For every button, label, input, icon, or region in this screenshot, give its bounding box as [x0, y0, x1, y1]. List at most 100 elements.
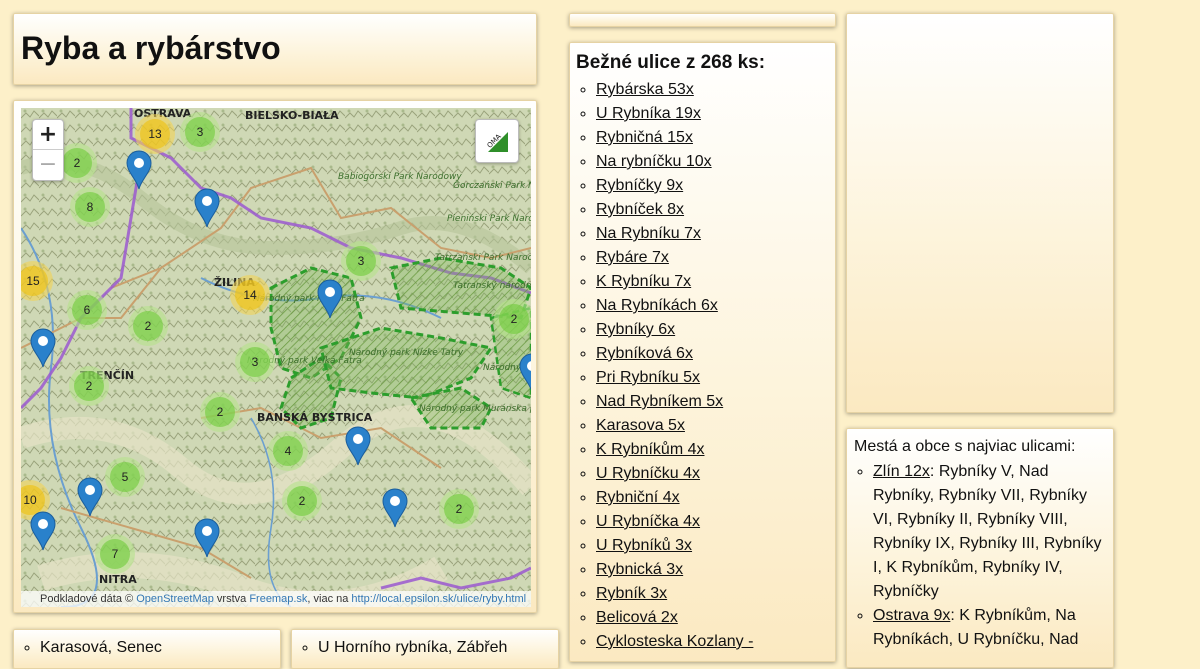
- street-link[interactable]: Rybníčky 9x: [596, 177, 683, 194]
- street-link[interactable]: U Rybníčka 4x: [596, 513, 700, 530]
- street-item: Cyklosteska Kozlany -: [596, 630, 830, 654]
- common-streets-card: Bežné ulice z 268 ks: Rybárska 53x U Rybn…: [569, 42, 836, 662]
- top-strip-card: [569, 13, 836, 27]
- street-link[interactable]: Na Rybníku 7x: [596, 225, 701, 242]
- street-item: K Rybníku 7x: [596, 270, 830, 294]
- map-marker-icon[interactable]: [30, 328, 56, 368]
- street-item: U Rybníčku 4x: [596, 462, 830, 486]
- attribution-prefix: Podkladové dáta ©: [40, 593, 134, 605]
- label-bielsko: BIELSKO-BIAŁA: [245, 109, 339, 122]
- street-link[interactable]: Rybníky 6x: [596, 321, 675, 338]
- street-item: Rybárska 53x: [596, 78, 830, 102]
- marker-cluster[interactable]: 2: [200, 392, 240, 432]
- zoom-out-button[interactable]: −: [33, 150, 63, 180]
- label-gorczanski: Gorczański Park Narodowy: [453, 181, 531, 191]
- marker-cluster[interactable]: 14: [230, 275, 270, 315]
- street-link[interactable]: Pri Rybníku 5x: [596, 369, 700, 386]
- bottom-left-list: Karasová, Senec: [14, 638, 162, 658]
- street-item: Belicová 2x: [596, 606, 830, 630]
- cluster-count: 3: [240, 347, 270, 377]
- marker-cluster[interactable]: 3: [235, 342, 275, 382]
- town-link[interactable]: Ostrava 9x: [873, 607, 950, 624]
- cluster-count: 3: [185, 117, 215, 147]
- towns-card: Mestá a obce s najviac ulicami: Zlín 12x…: [846, 428, 1114, 668]
- marker-cluster[interactable]: 13: [135, 114, 175, 154]
- street-link[interactable]: Rybnická 3x: [596, 561, 683, 578]
- list-item: U Horního rybníka, Zábřeh: [318, 638, 507, 658]
- cluster-count: 2: [133, 311, 163, 341]
- street-link[interactable]: Rybárska 53x: [596, 81, 694, 98]
- town-item: Zlín 12x: Rybníky V, Nad Rybníky, Rybník…: [873, 460, 1109, 604]
- street-link[interactable]: Na rybníčku 10x: [596, 153, 712, 170]
- marker-cluster[interactable]: 7: [95, 534, 135, 574]
- map-marker-icon[interactable]: [382, 488, 408, 528]
- street-item: Rybniční 4x: [596, 486, 830, 510]
- ad-card: [846, 13, 1114, 413]
- street-link[interactable]: Karasova 5x: [596, 417, 685, 434]
- cluster-count: 15: [21, 266, 48, 296]
- map[interactable]: BIELSKO-BIAŁA OSTRAVA ŽILINA TRENČÍN BAN…: [21, 108, 531, 607]
- street-link[interactable]: Rybník 3x: [596, 585, 667, 602]
- marker-cluster[interactable]: 2: [69, 366, 109, 406]
- map-marker-icon[interactable]: [30, 511, 56, 551]
- street-link[interactable]: K Rybníku 7x: [596, 273, 691, 290]
- layer-switcher-button[interactable]: OMA: [475, 119, 519, 163]
- marker-cluster[interactable]: 5: [105, 457, 145, 497]
- street-link[interactable]: K Rybníkům 4x: [596, 441, 704, 458]
- layers-icon: OMA: [486, 132, 508, 152]
- map-marker-icon[interactable]: [519, 353, 531, 393]
- marker-cluster[interactable]: 2: [439, 489, 479, 529]
- marker-cluster[interactable]: 2: [494, 299, 531, 339]
- street-link[interactable]: Rybniční 4x: [596, 489, 680, 506]
- street-item: Rybnická 3x: [596, 558, 830, 582]
- map-marker-icon[interactable]: [345, 426, 371, 466]
- map-marker-icon[interactable]: [194, 188, 220, 228]
- street-link[interactable]: U Rybníčku 4x: [596, 465, 700, 482]
- street-item: Rybníky 6x: [596, 318, 830, 342]
- town-link[interactable]: Zlín 12x: [873, 463, 930, 480]
- cluster-count: 2: [499, 304, 529, 334]
- label-tatrzanski: Tatrzański Park Narodowy: [435, 253, 531, 263]
- marker-cluster[interactable]: 2: [128, 306, 168, 346]
- marker-cluster[interactable]: 8: [70, 187, 110, 227]
- common-streets-list: Rybárska 53x U Rybníka 19x Rybničná 15x Na …: [570, 78, 830, 654]
- street-link[interactable]: Na Rybníkách 6x: [596, 297, 718, 314]
- marker-cluster[interactable]: 4: [268, 431, 308, 471]
- label-pieninski: Pieniński Park Narodowy: [447, 214, 531, 224]
- marker-cluster[interactable]: 3: [341, 241, 381, 281]
- town-streets: : Rybníky V, Nad Rybníky, Rybníky VII, R…: [873, 463, 1102, 600]
- zoom-in-button[interactable]: +: [33, 120, 63, 150]
- source-url-link[interactable]: http://local.epsilon.sk/ulice/ryby.html: [351, 593, 526, 605]
- map-marker-icon[interactable]: [77, 477, 103, 517]
- street-link[interactable]: U Rybníka 19x: [596, 105, 701, 122]
- map-card: BIELSKO-BIAŁA OSTRAVA ŽILINA TRENČÍN BAN…: [13, 100, 537, 613]
- cluster-count: 2: [444, 494, 474, 524]
- label-nitra: NITRA: [99, 573, 137, 586]
- street-item: K Rybníkům 4x: [596, 438, 830, 462]
- freemap-link[interactable]: Freemap.sk: [249, 593, 307, 605]
- map-marker-icon[interactable]: [126, 150, 152, 190]
- list-item: Karasová, Senec: [40, 638, 162, 658]
- street-link[interactable]: Belicová 2x: [596, 609, 678, 626]
- street-item: Nad Rybníkem 5x: [596, 390, 830, 414]
- street-item: Karasova 5x: [596, 414, 830, 438]
- map-marker-icon[interactable]: [194, 518, 220, 558]
- bottom-right-list: U Horního rybníka, Zábřeh: [292, 638, 507, 658]
- map-marker-icon[interactable]: [317, 279, 343, 319]
- cluster-count: 8: [75, 192, 105, 222]
- street-link[interactable]: Cyklosteska Kozlany -: [596, 633, 753, 650]
- cluster-count: 6: [72, 295, 102, 325]
- street-link[interactable]: Rybáre 7x: [596, 249, 669, 266]
- street-item: Rybničná 15x: [596, 126, 830, 150]
- street-link[interactable]: U Rybníků 3x: [596, 537, 692, 554]
- street-link[interactable]: Rybničná 15x: [596, 129, 693, 146]
- marker-cluster[interactable]: 3: [180, 112, 220, 152]
- osm-link[interactable]: OpenStreetMap: [136, 593, 214, 605]
- street-item: Na Rybníku 7x: [596, 222, 830, 246]
- street-link[interactable]: Nad Rybníkem 5x: [596, 393, 723, 410]
- street-link[interactable]: Rybníček 8x: [596, 201, 684, 218]
- label-babiogorski: Babiogórski Park Narodowy: [338, 171, 462, 182]
- street-link[interactable]: Rybníková 6x: [596, 345, 693, 362]
- marker-cluster[interactable]: 6: [67, 290, 107, 330]
- marker-cluster[interactable]: 2: [282, 481, 322, 521]
